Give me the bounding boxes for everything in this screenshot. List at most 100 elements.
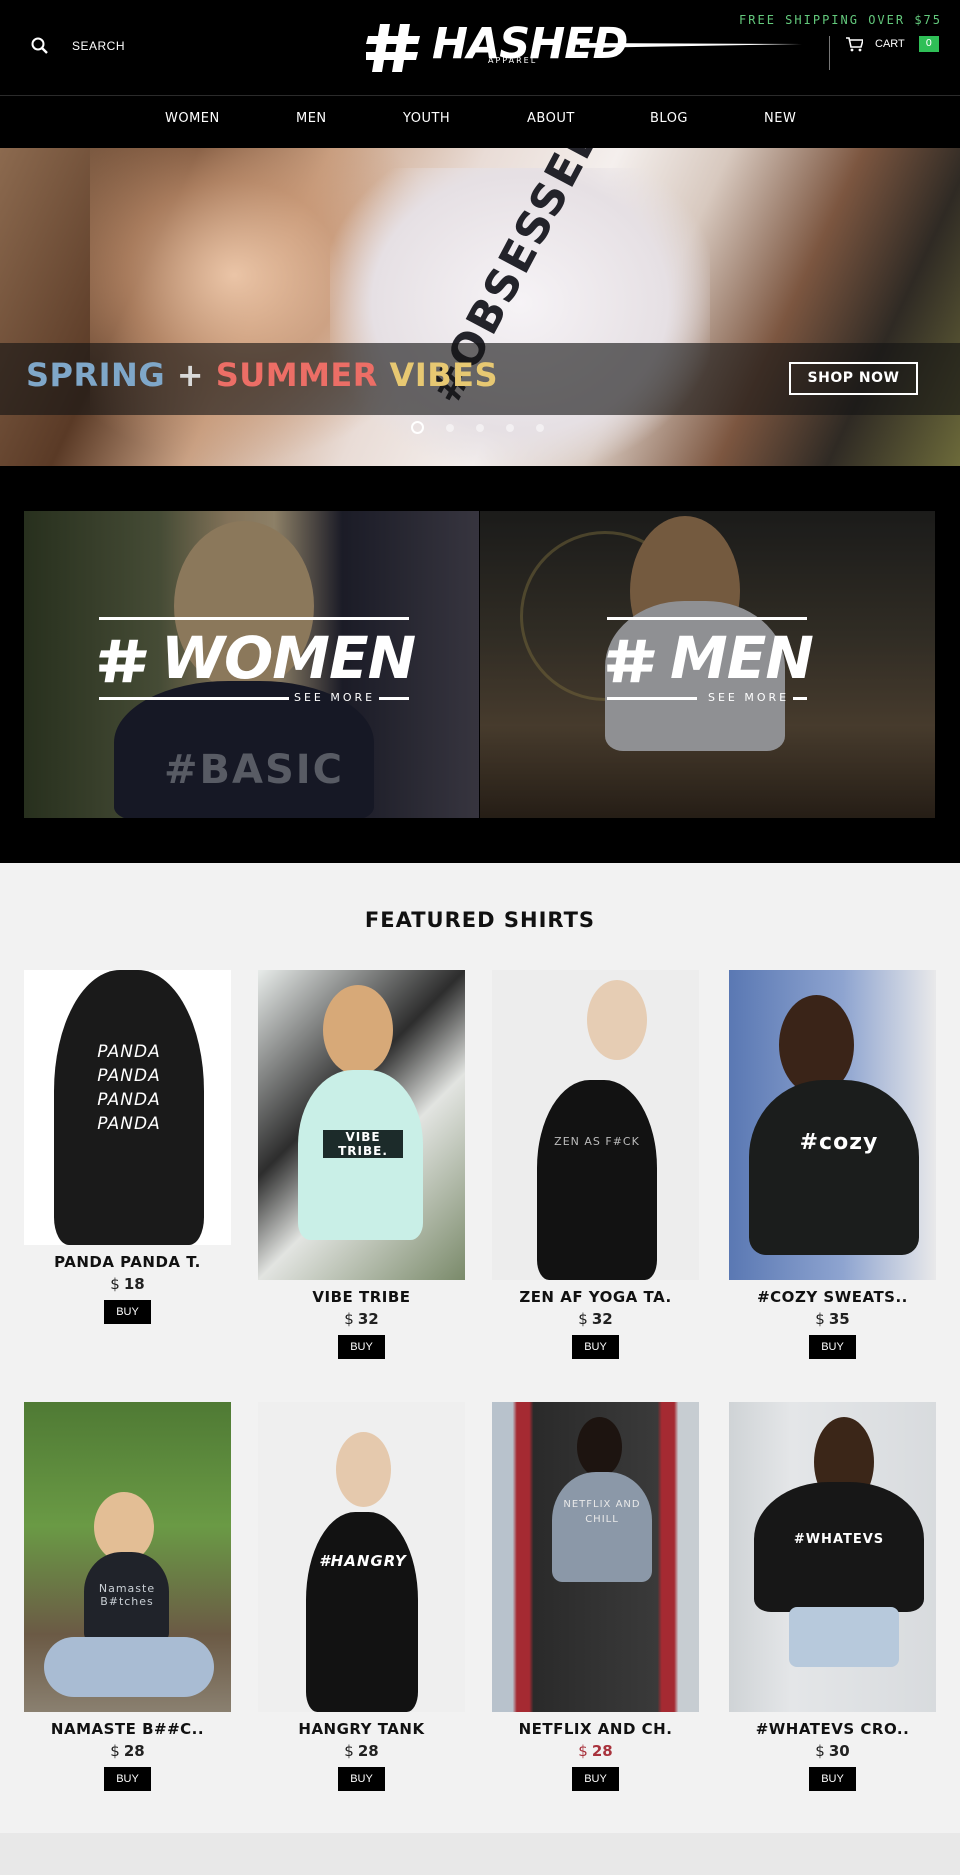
product-name[interactable]: #COZY SWEATS..: [719, 1288, 946, 1306]
product-print: PANDA PANDA PANDA PANDA: [97, 1042, 161, 1134]
tank-image: [306, 1512, 418, 1712]
buy-button[interactable]: BUY: [104, 1300, 151, 1324]
top-header: SEARCH HASHED APPAREL FREE SHIPPING OVER…: [0, 0, 960, 95]
currency: $: [578, 1742, 588, 1760]
slider-dot-3[interactable]: [476, 424, 484, 432]
cart-label: CART: [875, 38, 905, 50]
product-name[interactable]: PANDA PANDA T.: [14, 1253, 241, 1271]
currency: $: [110, 1275, 120, 1293]
category-women-see-more[interactable]: SEE MORE: [294, 691, 375, 704]
crop-sweatshirt-image: [754, 1482, 924, 1612]
sweatshirt-image: [749, 1080, 919, 1255]
product-name[interactable]: NETFLIX AND CH.: [482, 1720, 709, 1738]
product-image[interactable]: NETFLIX AND CHILL: [492, 1402, 699, 1712]
product-price: $28: [24, 1742, 231, 1760]
currency: $: [815, 1742, 825, 1760]
search-button[interactable]: SEARCH: [30, 36, 125, 56]
product-image[interactable]: VIBE TRIBE.: [258, 970, 465, 1280]
product-print: Namaste B#tches: [98, 1582, 156, 1608]
hash-icon: [607, 639, 655, 683]
nav-item-men[interactable]: MEN: [296, 111, 327, 126]
hash-logo-icon: [366, 24, 420, 72]
slider-dot-4[interactable]: [506, 424, 514, 432]
header-divider: [829, 36, 830, 70]
slider-dot-2[interactable]: [446, 424, 454, 432]
currency: $: [815, 1310, 825, 1328]
currency: $: [344, 1742, 354, 1760]
product-print: NETFLIX AND CHILL: [563, 1499, 641, 1525]
nav-item-women[interactable]: WOMEN: [165, 111, 220, 126]
nav-item-blog[interactable]: BLOG: [650, 111, 688, 126]
nav-item-new[interactable]: NEW: [764, 111, 796, 126]
price-value: 28: [591, 1742, 613, 1760]
logo-streak-icon: [580, 43, 802, 48]
hash-icon: [99, 639, 147, 683]
product-image[interactable]: #HANGRY: [258, 1402, 465, 1712]
category-men-see-more[interactable]: SEE MORE: [708, 691, 789, 704]
model-image: [577, 1417, 622, 1477]
buy-button[interactable]: BUY: [809, 1767, 856, 1791]
logo[interactable]: HASHED APPAREL: [366, 18, 802, 74]
product-price: $30: [729, 1742, 936, 1760]
product-image[interactable]: #WHATEVS: [729, 1402, 936, 1712]
category-line: [379, 697, 409, 700]
tank-image: [537, 1080, 657, 1280]
slider-dot-1[interactable]: [411, 421, 424, 434]
product-print: #cozy: [799, 1130, 879, 1155]
product-print: #WHATEVS: [793, 1532, 885, 1547]
product-price: $32: [492, 1310, 699, 1328]
category-women-tile[interactable]: #BASIC WOMEN SEE MORE: [24, 511, 479, 818]
product-name[interactable]: #WHATEVS CRO..: [719, 1720, 946, 1738]
hero-title-spring: SPRING: [26, 356, 166, 394]
buy-button[interactable]: BUY: [338, 1767, 385, 1791]
buy-button[interactable]: BUY: [809, 1335, 856, 1359]
buy-button[interactable]: BUY: [572, 1335, 619, 1359]
buy-button[interactable]: BUY: [104, 1767, 151, 1791]
hero-title: SPRING + SUMMER VIBES: [26, 356, 498, 394]
model-image: [323, 985, 393, 1075]
product-name[interactable]: ZEN AF YOGA TA.: [482, 1288, 709, 1306]
category-line: [99, 697, 289, 700]
price-value: 18: [123, 1275, 145, 1293]
product-name[interactable]: VIBE TRIBE: [248, 1288, 475, 1306]
product-price: $32: [258, 1310, 465, 1328]
slider-dot-5[interactable]: [536, 424, 544, 432]
category-line: [607, 617, 807, 620]
price-value: 30: [828, 1742, 850, 1760]
product-image[interactable]: ZEN AS F#CK: [492, 970, 699, 1280]
category-men-title: MEN: [670, 624, 814, 692]
search-label: SEARCH: [72, 39, 126, 53]
currency: $: [344, 1310, 354, 1328]
category-line: [793, 697, 807, 700]
product-price: $35: [729, 1310, 936, 1328]
nav-item-youth[interactable]: YOUTH: [403, 111, 450, 126]
raglan-image: [552, 1472, 652, 1582]
model-image: [587, 980, 647, 1060]
buy-button[interactable]: BUY: [572, 1767, 619, 1791]
nav-item-about[interactable]: ABOUT: [527, 111, 575, 126]
product-name[interactable]: HANGRY TANK: [248, 1720, 475, 1738]
category-section: #BASIC WOMEN SEE MORE MEN SEE MORE: [0, 466, 960, 863]
price-value: 32: [357, 1310, 379, 1328]
free-shipping-banner: FREE SHIPPING OVER $75: [739, 13, 942, 27]
shorts-image: [44, 1637, 214, 1697]
search-icon: [31, 37, 48, 54]
product-price: $18: [24, 1275, 231, 1293]
product-print: VIBE TRIBE.: [323, 1130, 403, 1158]
buy-button[interactable]: BUY: [338, 1335, 385, 1359]
hero-title-vibes: VIBES: [389, 356, 499, 394]
product-image[interactable]: #cozy: [729, 970, 936, 1280]
currency: $: [110, 1742, 120, 1760]
product-name[interactable]: NAMASTE B##C..: [14, 1720, 241, 1738]
product-image[interactable]: Namaste B#tches: [24, 1402, 231, 1712]
product-image[interactable]: PANDA PANDA PANDA PANDA: [24, 970, 231, 1245]
category-men-tile[interactable]: MEN SEE MORE: [480, 511, 935, 818]
hero-title-plus: +: [176, 356, 205, 394]
hero-slider[interactable]: #OBSESSED SPRING + SUMMER VIBES SHOP NOW: [0, 148, 960, 466]
cart-count-badge: 0: [918, 36, 939, 52]
featured-section: FEATURED SHIRTS PANDA PANDA PANDA PANDA …: [0, 863, 960, 1833]
cart-button[interactable]: CART 0: [846, 36, 939, 52]
product-print: ZEN AS F#CK: [554, 1135, 640, 1148]
logo-subtext: APPAREL: [488, 56, 538, 65]
shop-now-button[interactable]: SHOP NOW: [789, 362, 918, 395]
